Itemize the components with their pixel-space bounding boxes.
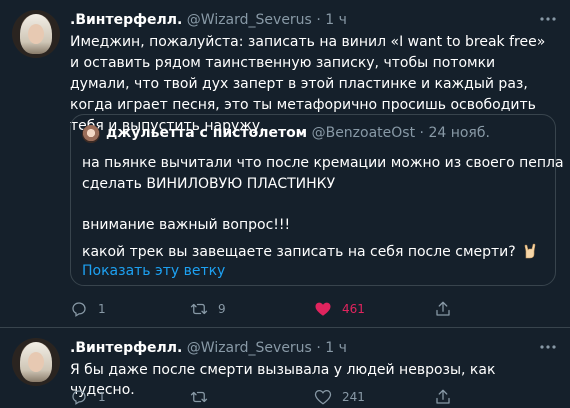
retweet-button[interactable]: 9 bbox=[190, 298, 226, 320]
avatar[interactable] bbox=[12, 338, 60, 386]
quote-line-text: какой трек вы завещаете записать на себя… bbox=[82, 244, 516, 260]
quote-author-handle: @BenzoateOst bbox=[311, 125, 416, 141]
separator-dot: · bbox=[316, 340, 321, 356]
quote-header: джульетта с пистолетом @BenzoateOst · 24… bbox=[106, 123, 490, 143]
like-button[interactable]: 461 bbox=[314, 298, 365, 320]
reply-icon bbox=[72, 390, 86, 405]
tweet-actions: 1 241 bbox=[70, 386, 558, 408]
quote-line: на пьянке вычитали что после кремации мо… bbox=[82, 155, 564, 171]
reply-button[interactable]: 1 bbox=[70, 298, 106, 320]
reply-icon bbox=[72, 302, 86, 317]
author-name[interactable]: .Винтерфелл. bbox=[70, 340, 182, 356]
tweet-time[interactable]: 1 ч bbox=[325, 12, 347, 28]
separator-dot: · bbox=[419, 125, 424, 141]
avatar-face bbox=[28, 24, 44, 44]
show-thread-link[interactable]: Показать эту ветку bbox=[82, 261, 225, 281]
share-button[interactable] bbox=[434, 298, 452, 320]
reply-count: 1 bbox=[98, 390, 106, 404]
author-handle[interactable]: @Wizard_Severus bbox=[187, 12, 312, 28]
share-button[interactable] bbox=[434, 386, 452, 408]
tweet-header: .Винтерфелл. @Wizard_Severus · 1 ч bbox=[70, 10, 347, 30]
retweet-icon bbox=[190, 391, 208, 403]
more-icon[interactable] bbox=[538, 340, 558, 354]
quote-line: внимание важный вопрос!!! bbox=[82, 217, 291, 233]
retweet-count: 9 bbox=[218, 302, 226, 316]
like-count: 241 bbox=[342, 390, 365, 404]
quote-avatar bbox=[82, 125, 100, 143]
heart-icon bbox=[314, 389, 332, 405]
reply-count: 1 bbox=[98, 302, 106, 316]
heart-icon bbox=[315, 302, 331, 316]
share-icon bbox=[436, 301, 450, 316]
quote-date: 24 нояб. bbox=[428, 125, 490, 141]
quote-line: сделать ВИНИЛОВУЮ ПЛАСТИНКУ bbox=[82, 176, 336, 192]
retweet-button[interactable] bbox=[190, 386, 218, 408]
rock-hand-emoji bbox=[524, 243, 535, 259]
avatar[interactable] bbox=[12, 10, 60, 58]
like-count: 461 bbox=[342, 302, 365, 316]
retweet-icon bbox=[190, 303, 208, 315]
tweet-time[interactable]: 1 ч bbox=[325, 340, 347, 356]
more-icon[interactable] bbox=[538, 12, 558, 26]
share-icon bbox=[436, 389, 450, 404]
tweet-header: .Винтерфелл. @Wizard_Severus · 1 ч bbox=[70, 338, 347, 358]
quote-line-last: какой трек вы завещаете записать на себя… bbox=[82, 242, 538, 262]
like-button[interactable]: 241 bbox=[314, 386, 365, 408]
quote-author-name: джульетта с пистолетом bbox=[106, 125, 308, 141]
author-name[interactable]: .Винтерфелл. bbox=[70, 12, 182, 28]
separator-dot: · bbox=[316, 12, 321, 28]
tweet[interactable]: .Винтерфелл. @Wizard_Severus · 1 ч Имедж… bbox=[0, 0, 570, 328]
tweet-actions: 1 9 461 bbox=[70, 298, 558, 320]
reply-button[interactable]: 1 bbox=[70, 386, 106, 408]
avatar-face bbox=[28, 352, 44, 372]
tweet[interactable]: .Винтерфелл. @Wizard_Severus · 1 ч Я бы … bbox=[0, 328, 570, 408]
author-handle[interactable]: @Wizard_Severus bbox=[187, 340, 312, 356]
quoted-tweet[interactable]: джульетта с пистолетом @BenzoateOst · 24… bbox=[70, 114, 564, 286]
